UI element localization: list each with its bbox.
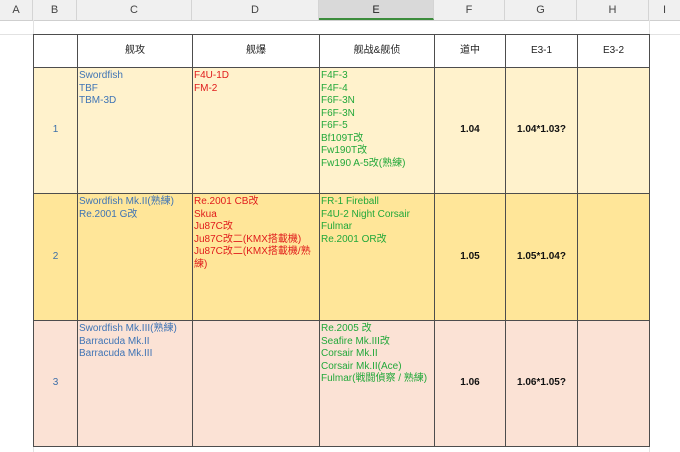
route-multiplier-cell[interactable]: 1.06 (434, 320, 506, 447)
header-cell-dive[interactable]: 舰爆 (192, 34, 320, 68)
torpedo-cell[interactable]: Swordfish Mk.III(熟練) Barracuda Mk.II Barra… (77, 320, 193, 447)
fighter-item: Corsair Mk.II (321, 348, 378, 359)
torpedo-item: Barracuda Mk.II (79, 335, 150, 347)
torpedo-cell[interactable]: Swordfish TBF TBM-3D (77, 67, 193, 194)
fighter-cell[interactable]: F4F-3 F4F-4 F6F-3N F6F-3N F6F-5 Bf109T改 Fw190T… (319, 67, 435, 194)
fighter-item: F4F-4 (321, 82, 348, 94)
row-number-cell[interactable]: 2 (33, 193, 78, 321)
dive-item: Skua (194, 208, 217, 220)
fighter-item: F6F-3N (321, 107, 355, 119)
dive-cell[interactable]: F4U-1D FM-2 (192, 67, 320, 194)
fighter-cell[interactable]: FR-1 Fireball F4U-2 Night Corsair Fulmar Re… (319, 193, 435, 321)
route-multiplier-cell[interactable]: 1.04 (434, 67, 506, 194)
fighter-item: Fw190T改 (321, 145, 368, 156)
table-header-row: 舰攻 舰爆 舰战&舰侦 道中 E3-1 E3-2 (33, 34, 650, 68)
route-multiplier-cell[interactable]: 1.05 (434, 193, 506, 321)
fighter-item: Seafire Mk.III改 (321, 335, 390, 347)
header-cell-fighter[interactable]: 舰战&舰侦 (319, 34, 435, 68)
fighter-item: FR-1 Fireball (321, 196, 379, 207)
column-header-g[interactable]: G (505, 0, 577, 20)
table-row: 3 Swordfish Mk.III(熟練) Barracuda Mk.II Bar… (33, 320, 650, 447)
column-header-c[interactable]: C (77, 0, 192, 20)
column-header-f[interactable]: F (434, 0, 505, 20)
header-cell-route[interactable]: 道中 (434, 34, 506, 68)
worksheet-grid[interactable]: 舰攻 舰爆 舰战&舰侦 道中 E3-1 E3-2 1 Swordfish TBF T… (0, 20, 680, 452)
torpedo-item: Swordfish Mk.III(熟練) (79, 323, 177, 334)
dive-item: Ju87C改二(KMX搭載機) (194, 233, 302, 245)
fighter-cell[interactable]: Re.2005 改 Seafire Mk.III改 Corsair Mk.II Cor… (319, 320, 435, 447)
torpedo-cell[interactable]: Swordfish Mk.II(熟練) Re.2001 G改 (77, 193, 193, 321)
data-table: 舰攻 舰爆 舰战&舰侦 道中 E3-1 E3-2 1 Swordfish TBF T… (33, 34, 650, 447)
dive-cell[interactable]: Re.2001 CB改 Skua Ju87C改 Ju87C改二(KMX搭載機) Ju87… (192, 193, 320, 321)
torpedo-item: Swordfish (79, 70, 123, 81)
row-number-cell[interactable]: 3 (33, 320, 78, 447)
fighter-item: Fulmar(戦闘偵察 / 熟練) (321, 373, 428, 384)
fighter-item: F6F-3N (321, 95, 355, 106)
column-header-i[interactable]: I (649, 0, 680, 20)
fighter-item: Fulmar (321, 221, 353, 232)
e3-1-multiplier-cell[interactable]: 1.04*1.03? (505, 67, 578, 194)
fighter-item: Bf109T改 (321, 132, 364, 144)
torpedo-item: Swordfish Mk.II(熟練) (79, 196, 175, 207)
torpedo-item: TBF (79, 82, 98, 94)
fighter-item: F4F-3 (321, 70, 348, 81)
e3-1-multiplier-cell[interactable]: 1.05*1.04? (505, 193, 578, 321)
column-header-a[interactable]: A (0, 0, 33, 20)
e3-1-multiplier-cell[interactable]: 1.06*1.05? (505, 320, 578, 447)
column-header-bar: A B C D E F G H I (0, 0, 680, 21)
dive-item: Re.2001 CB改 (194, 196, 259, 207)
e3-2-multiplier-cell[interactable] (577, 320, 650, 447)
table-row: 2 Swordfish Mk.II(熟練) Re.2001 G改 Re.2001 … (33, 193, 650, 321)
torpedo-item: TBM-3D (79, 95, 117, 106)
fighter-item: Re.2005 改 (321, 323, 372, 334)
column-header-h[interactable]: H (577, 0, 649, 20)
torpedo-item: Barracuda Mk.III (79, 348, 153, 359)
fighter-item: Corsair Mk.II(Ace) (321, 360, 402, 372)
header-cell-torpedo[interactable]: 舰攻 (77, 34, 193, 68)
column-header-b[interactable]: B (33, 0, 77, 20)
header-cell-e3-1[interactable]: E3-1 (505, 34, 578, 68)
dive-item: Ju87C改二(KMX搭載機/熟練) (194, 246, 311, 270)
header-cell-b[interactable] (33, 34, 78, 68)
column-header-e[interactable]: E (319, 0, 434, 20)
fighter-item: Fw190 A-5改(熟練) (321, 157, 406, 169)
column-header-d[interactable]: D (192, 0, 319, 20)
dive-cell[interactable] (192, 320, 320, 447)
fighter-item: F6F-5 (321, 120, 348, 131)
e3-2-multiplier-cell[interactable] (577, 67, 650, 194)
header-cell-e3-2[interactable]: E3-2 (577, 34, 650, 68)
dive-item: FM-2 (194, 82, 218, 94)
e3-2-multiplier-cell[interactable] (577, 193, 650, 321)
fighter-item: Re.2001 OR改 (321, 233, 387, 245)
dive-item: Ju87C改 (194, 221, 233, 232)
table-row: 1 Swordfish TBF TBM-3D F4U-1D FM-2 F4F-3 F4F… (33, 67, 650, 194)
torpedo-item: Re.2001 G改 (79, 208, 138, 220)
dive-item: F4U-1D (194, 70, 230, 81)
fighter-item: F4U-2 Night Corsair (321, 208, 410, 220)
row-number-cell[interactable]: 1 (33, 67, 78, 194)
